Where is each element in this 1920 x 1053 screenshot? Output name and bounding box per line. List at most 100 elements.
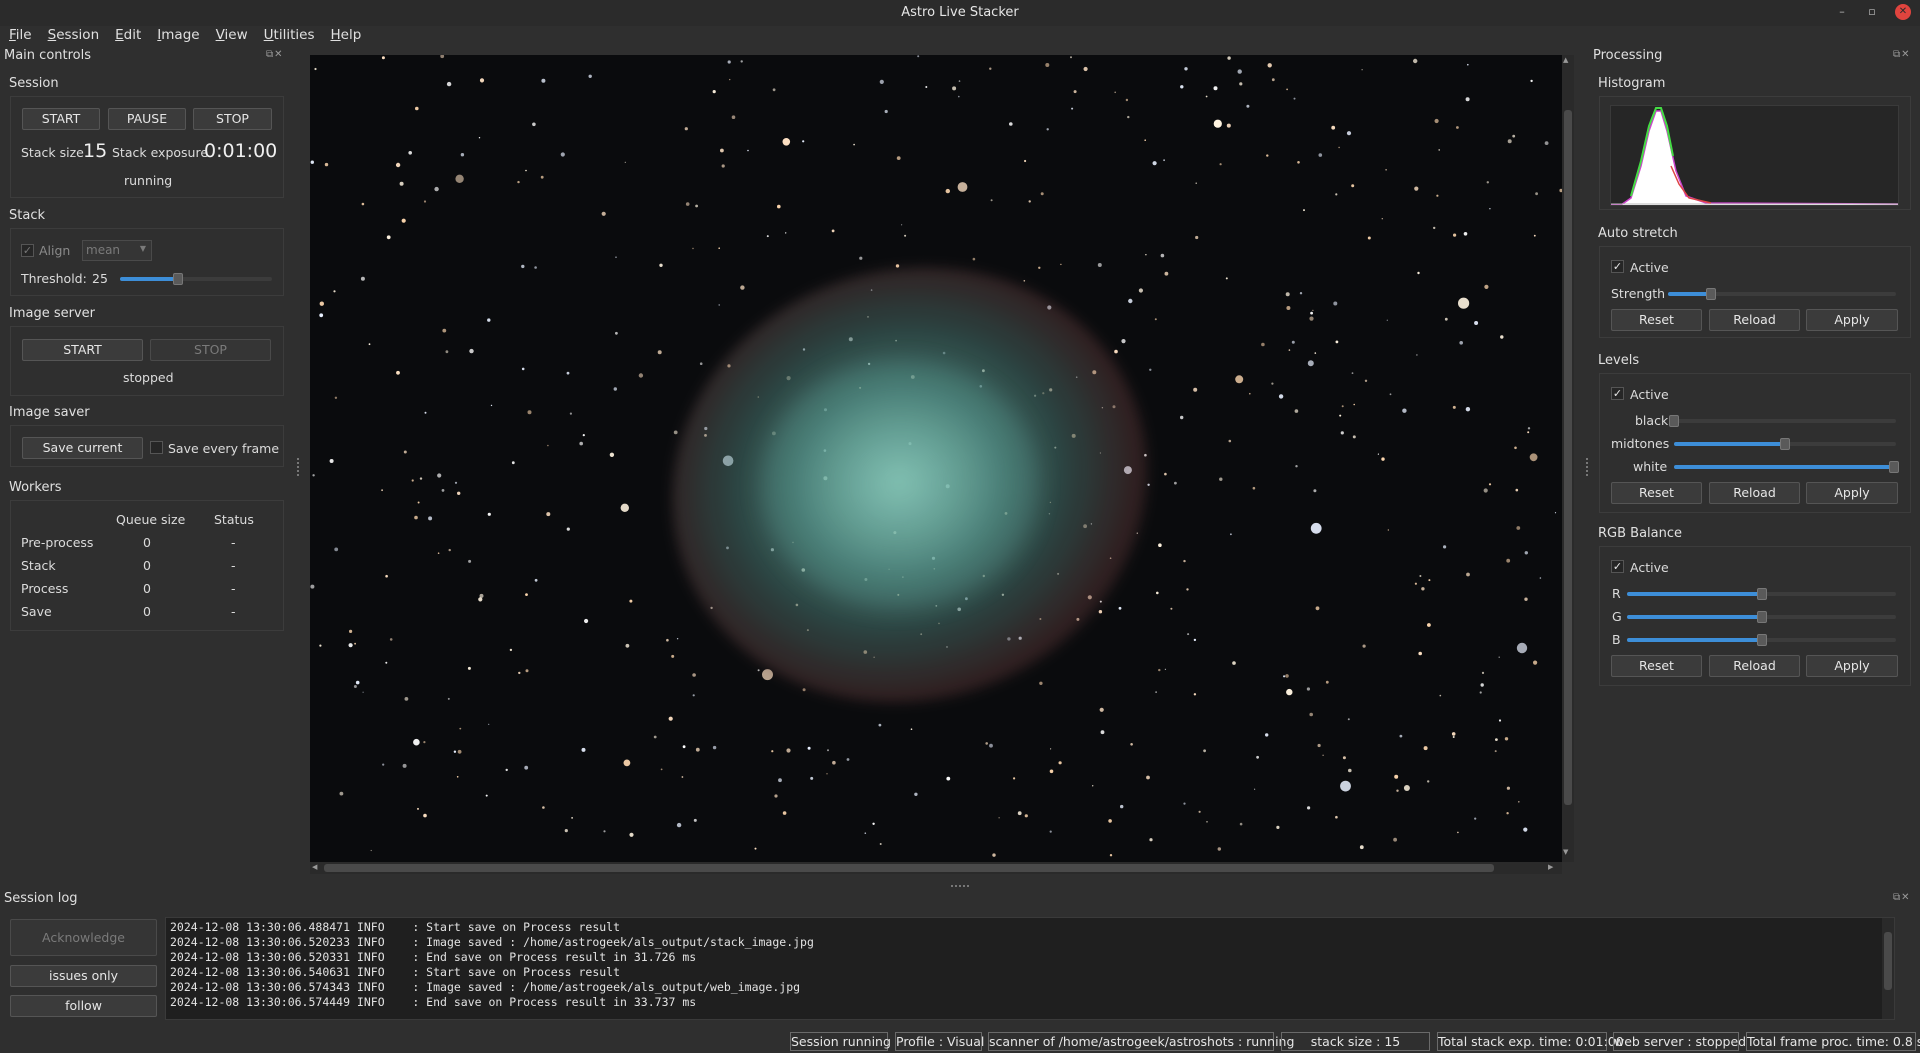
rgb-active-checkbox[interactable]: ✓	[1611, 560, 1624, 573]
threshold-slider-handle[interactable]	[172, 273, 183, 285]
histogram-title: Histogram	[1598, 76, 1666, 91]
auto-stretch-reload-button[interactable]: Reload	[1709, 309, 1800, 331]
strength-label: Strength	[1611, 286, 1666, 301]
blue-slider-fill	[1627, 638, 1762, 642]
midtones-label: midtones	[1611, 436, 1670, 451]
close-icon[interactable]: ✕	[1895, 4, 1911, 20]
auto-stretch-active-checkbox[interactable]: ✓	[1611, 260, 1624, 273]
auto-stretch-reset-button[interactable]: Reset	[1611, 309, 1702, 331]
log-vertical-scrollbar[interactable]	[1882, 918, 1894, 1019]
stack-mode-select[interactable]: mean ▼	[82, 240, 152, 261]
right-splitter-handle[interactable]	[1586, 458, 1588, 476]
strength-slider[interactable]	[1668, 288, 1896, 300]
save-every-frame-checkbox[interactable]	[150, 441, 163, 454]
worker-row-name: Process	[21, 581, 69, 596]
auto-stretch-active-label: Active	[1630, 260, 1669, 275]
log-line: 2024-12-08 13:30:06.520331 INFO : End sa…	[170, 950, 697, 964]
blue-slider[interactable]	[1627, 634, 1896, 646]
stack-exposure-label: Stack exposure	[112, 145, 209, 160]
rgb-reset-button[interactable]: Reset	[1611, 655, 1702, 677]
workers-col-status: Status	[214, 512, 254, 527]
log-scroll-thumb[interactable]	[1884, 932, 1892, 990]
maximize-icon[interactable]: ▫	[1864, 4, 1880, 20]
menu-utilities[interactable]: Utilities	[255, 24, 322, 46]
log-line: 2024-12-08 13:30:06.574343 INFO : Image …	[170, 980, 801, 994]
auto-stretch-apply-button[interactable]: Apply	[1806, 309, 1898, 331]
rgb-reload-button[interactable]: Reload	[1709, 655, 1800, 677]
rgb-balance-title: RGB Balance	[1598, 526, 1683, 541]
worker-row-status: -	[231, 581, 236, 596]
menu-help[interactable]: Help	[321, 24, 368, 46]
red-label: R	[1612, 586, 1621, 601]
green-slider-fill	[1627, 615, 1762, 619]
menu-view[interactable]: View	[207, 24, 255, 46]
minimize-icon[interactable]: –	[1834, 4, 1850, 20]
midtones-slider[interactable]	[1674, 438, 1896, 450]
stack-exposure-value: 0:01:00	[204, 140, 278, 162]
black-slider[interactable]	[1669, 415, 1896, 427]
scroll-right-icon[interactable]: ▶	[1548, 863, 1553, 871]
levels-active-checkbox[interactable]: ✓	[1611, 387, 1624, 400]
scroll-left-icon[interactable]: ◀	[312, 863, 317, 871]
threshold-label: Threshold:	[21, 271, 87, 286]
viewport-horizontal-scroll-thumb[interactable]	[324, 864, 1494, 872]
bottom-splitter-handle[interactable]	[951, 885, 969, 887]
rgb-apply-button[interactable]: Apply	[1806, 655, 1898, 677]
threshold-value: 25	[92, 271, 108, 286]
stack-size-value: 15	[83, 140, 108, 162]
stack-mode-value: mean	[86, 243, 121, 257]
log-line: 2024-12-08 13:30:06.488471 INFO : Start …	[170, 920, 621, 934]
white-slider-handle[interactable]	[1888, 461, 1899, 473]
image-server-stop-button[interactable]: STOP	[150, 339, 271, 361]
midtones-slider-handle[interactable]	[1780, 438, 1790, 450]
black-label: black	[1635, 413, 1669, 428]
issues-only-button[interactable]: issues only	[10, 965, 157, 987]
status-total-exp: Total stack exp. time: 0:01:00	[1437, 1032, 1624, 1051]
strength-slider-handle[interactable]	[1706, 288, 1717, 300]
levels-reload-button[interactable]: Reload	[1709, 482, 1800, 504]
blue-label: B	[1612, 632, 1621, 647]
save-current-button[interactable]: Save current	[22, 437, 143, 459]
dock-float-close-icon[interactable]: ⧉✕	[266, 49, 284, 60]
acknowledge-button[interactable]: Acknowledge	[10, 919, 157, 956]
viewport-vertical-scroll-thumb[interactable]	[1564, 110, 1572, 805]
session-pause-button[interactable]: PAUSE	[108, 108, 186, 130]
log-line: 2024-12-08 13:30:06.574449 INFO : End sa…	[170, 995, 697, 1009]
viewport-horizontal-scrollbar[interactable]	[310, 862, 1562, 874]
strength-slider-fill	[1668, 292, 1712, 296]
green-slider[interactable]	[1627, 611, 1896, 623]
image-saver-group-title: Image saver	[9, 405, 90, 420]
midtones-slider-fill	[1674, 442, 1785, 446]
viewport-vertical-scrollbar[interactable]	[1562, 55, 1574, 862]
menu-image[interactable]: Image	[148, 24, 206, 46]
align-checkbox[interactable]: ✓	[21, 244, 34, 257]
worker-row-name: Save	[21, 604, 52, 619]
image-server-start-button[interactable]: START	[22, 339, 143, 361]
worker-row-status: -	[231, 604, 236, 619]
threshold-slider[interactable]	[120, 273, 272, 285]
blue-slider-handle[interactable]	[1756, 634, 1767, 646]
worker-row-name: Pre-process	[21, 535, 94, 550]
follow-button[interactable]: follow	[10, 995, 157, 1017]
left-splitter-handle[interactable]	[297, 458, 299, 476]
red-slider-handle[interactable]	[1756, 588, 1767, 600]
menu-session[interactable]: Session	[39, 24, 107, 46]
session-start-button[interactable]: START	[22, 108, 100, 130]
green-slider-handle[interactable]	[1756, 611, 1767, 623]
scroll-up-icon[interactable]: ▲	[1563, 56, 1568, 64]
menu-edit[interactable]: Edit	[106, 24, 148, 46]
session-log-text[interactable]: 2024-12-08 13:30:06.488471 INFO : Start …	[165, 917, 1895, 1020]
black-slider-handle[interactable]	[1669, 415, 1679, 427]
white-label: white	[1633, 459, 1668, 474]
log-line: 2024-12-08 13:30:06.540631 INFO : Start …	[170, 965, 621, 979]
levels-apply-button[interactable]: Apply	[1806, 482, 1898, 504]
white-slider[interactable]	[1674, 461, 1899, 473]
dock-float-close-icon[interactable]: ⧉✕	[1893, 49, 1911, 60]
image-server-status: stopped	[123, 370, 174, 385]
menu-file[interactable]: File	[0, 24, 39, 46]
dock-float-close-icon[interactable]: ⧉✕	[1893, 892, 1911, 903]
session-stop-button[interactable]: STOP	[193, 108, 272, 130]
red-slider[interactable]	[1627, 588, 1896, 600]
scroll-down-icon[interactable]: ▼	[1563, 848, 1568, 856]
levels-reset-button[interactable]: Reset	[1611, 482, 1702, 504]
